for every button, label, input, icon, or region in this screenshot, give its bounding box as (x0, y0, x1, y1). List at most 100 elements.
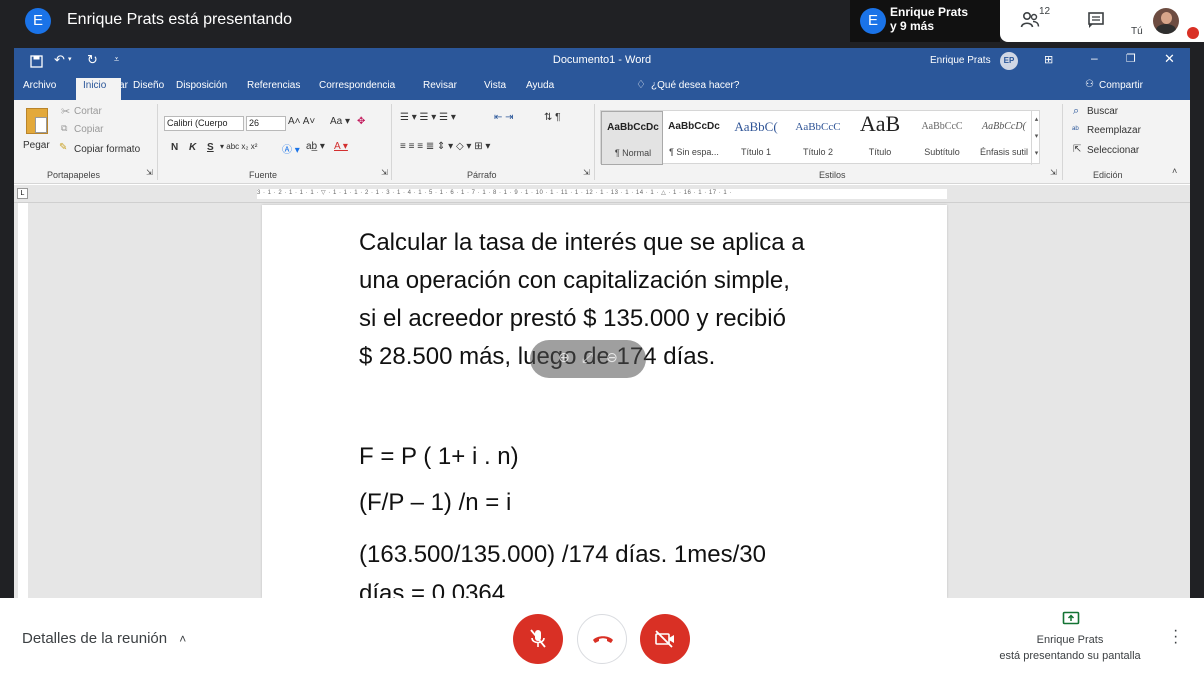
clipboard-launcher-icon[interactable]: ⇲ (146, 168, 153, 177)
present-screen-icon[interactable] (1062, 611, 1080, 627)
bold-button[interactable]: N (171, 142, 178, 153)
leave-call-button[interactable] (577, 614, 627, 664)
format-painter-icon[interactable]: ✎ (59, 142, 67, 153)
doc-line: (163.500/135.000) /174 días. 1mes/30 (359, 541, 766, 568)
find-button[interactable]: Buscar (1087, 106, 1118, 117)
tell-me-search[interactable]: ¿Qué desea hacer? (651, 80, 739, 91)
account-avatar[interactable]: EP (1000, 52, 1018, 70)
meeting-details-button[interactable]: Detalles de la reunión ˄ (22, 630, 186, 647)
separator (594, 104, 595, 180)
clipboard-group-label: Portapapeles (47, 170, 101, 180)
copy-icon[interactable]: ⧉ (61, 123, 67, 134)
share-icon: ⚇ (1085, 79, 1094, 90)
tab-ayuda[interactable]: Ayuda (526, 80, 554, 91)
meeting-details-label: Detalles de la reunión (22, 630, 168, 647)
people-count: 12 (1039, 6, 1051, 17)
account-name[interactable]: Enrique Prats (930, 55, 991, 66)
presenting-status: está presentando su pantalla (999, 650, 1141, 662)
share-button[interactable]: Compartir (1099, 80, 1143, 91)
tab-inicio: Inicio (83, 80, 107, 91)
indent-icon[interactable]: ⇤ ⇥ (494, 112, 514, 123)
text-effects-icon[interactable]: Ⓐ ▾ (282, 141, 300, 156)
zoom-fit-icon[interactable]: ⤢ (582, 349, 593, 366)
style-heading-2[interactable]: AaBbCcC Título 2 (787, 111, 849, 165)
close-icon[interactable]: ✕ (1164, 51, 1175, 67)
tab-referencias[interactable]: Referencias (247, 80, 300, 91)
paste-icon[interactable] (26, 108, 48, 134)
camera-off-icon (655, 630, 674, 648)
italic-button[interactable]: K (189, 142, 196, 153)
format-painter-button[interactable]: Copiar formato (74, 144, 140, 155)
tab-correspondencia[interactable]: Correspondencia (319, 80, 395, 91)
font-launcher-icon[interactable]: ⇲ (381, 168, 388, 177)
clear-format-icon[interactable]: ✥ (357, 116, 365, 127)
meet-top-bar: E Enrique Prats está presentando E Enriq… (0, 0, 1204, 42)
copy-button[interactable]: Copiar (74, 124, 103, 135)
paste-button[interactable]: Pegar (23, 140, 50, 151)
separator (391, 104, 392, 180)
grow-font-icon[interactable]: A˄ A˅ (288, 116, 315, 127)
styles-scroll-icon[interactable]: ▴ ▾ ▾ (1031, 111, 1041, 165)
zoom-in-icon[interactable]: ⊕ (558, 349, 570, 366)
style-no-spacing[interactable]: AaBbCcDc ¶ Sin espa... (663, 111, 725, 165)
participant-tile[interactable]: E Enrique Prats y 9 más (850, 0, 1000, 42)
style-heading-1[interactable]: AaBbC( Título 1 (725, 111, 787, 165)
style-subtle-emphasis[interactable]: AaBbCcD( Énfasis sutil (973, 111, 1035, 165)
tab-revisar[interactable]: Revisar (423, 80, 457, 91)
replace-button[interactable]: Reemplazar (1087, 125, 1141, 136)
self-avatar[interactable] (1153, 8, 1179, 34)
select-button[interactable]: Seleccionar (1087, 145, 1139, 156)
style-sample: AaBbCcC (795, 121, 841, 133)
font-family-select[interactable]: Calibri (Cuerpo (164, 116, 244, 131)
tab-inicio-active[interactable]: Inicio (76, 78, 121, 100)
paragraph-group-label: Párrafo (467, 170, 497, 180)
tab-diseno[interactable]: Diseño (133, 80, 164, 91)
people-icon[interactable] (1020, 10, 1040, 30)
doc-line: F = P ( 1+ i . n) (359, 443, 519, 470)
style-sample: AaBbC( (734, 119, 778, 134)
styles-launcher-icon[interactable]: ⇲ (1050, 168, 1057, 177)
tab-selector-icon[interactable]: L (17, 188, 28, 199)
more-options-icon[interactable]: · · · (1173, 623, 1178, 651)
underline-button[interactable]: S (207, 142, 214, 153)
strikethrough-icon[interactable]: ▾ abc x₂ x² (220, 142, 257, 151)
cut-button[interactable]: Cortar (74, 106, 102, 117)
style-title[interactable]: AaB Título (849, 111, 911, 165)
select-icon[interactable]: ⇱ (1073, 144, 1081, 155)
highlight-icon[interactable]: ab̲ ▾ (306, 141, 325, 152)
horizontal-ruler[interactable]: L 3 · 1 · 2 · 1 · 1 · 1 · ▽ · 1 · 1 · 1 … (14, 185, 1190, 203)
style-normal[interactable]: AaBbCcDc ¶ Normal (601, 111, 663, 165)
style-name: Énfasis sutil (979, 147, 1029, 157)
lightbulb-icon: ♢ (636, 79, 646, 91)
font-color-icon[interactable]: A ▾ (334, 141, 348, 152)
style-name: Subtítulo (924, 147, 960, 157)
style-name: Título 1 (740, 147, 771, 157)
ribbon-tabs: Archivo Insertar Diseño Disposición Refe… (14, 74, 1190, 100)
search-icon[interactable]: ⌕ (1073, 105, 1079, 118)
change-case-icon[interactable]: Aa ▾ (330, 116, 350, 127)
minimize-icon[interactable]: – (1091, 51, 1098, 65)
tab-disposicion[interactable]: Disposición (176, 80, 227, 91)
sort-icon[interactable]: ⇅ ¶ (544, 112, 561, 123)
zoom-control[interactable]: ⊕ ⤢ ⊖ (530, 340, 646, 378)
replace-icon[interactable]: ᵃᵇ (1072, 124, 1079, 134)
restore-icon[interactable]: ❐ (1126, 52, 1136, 65)
font-size-select[interactable]: 26 (246, 116, 286, 131)
document-page[interactable]: Calcular la tasa de interés que se aplic… (262, 205, 947, 598)
ribbon-display-options-icon[interactable]: ⊞ (1044, 53, 1053, 66)
tile-name: Enrique Prats y 9 más (890, 5, 968, 33)
align-icon[interactable]: ≡ ≡ ≡ ≣ ⇕ ▾ ◇ ▾ ⊞ ▾ (400, 141, 490, 152)
cut-icon[interactable]: ✂ (61, 105, 70, 118)
tab-archivo[interactable]: Archivo (23, 80, 56, 91)
zoom-out-icon[interactable]: ⊖ (606, 349, 618, 366)
bullets-icon[interactable]: ☰ ▾ ☰ ▾ ☰ ▾ (400, 112, 456, 123)
vertical-ruler[interactable] (14, 203, 32, 598)
chat-icon[interactable] (1087, 11, 1105, 29)
collapse-ribbon-icon[interactable]: ˄ (1172, 166, 1177, 176)
tab-vista[interactable]: Vista (484, 80, 506, 91)
mic-toggle-button[interactable] (513, 614, 563, 664)
paragraph-launcher-icon[interactable]: ⇲ (583, 168, 590, 177)
camera-toggle-button[interactable] (640, 614, 690, 664)
style-subtitle[interactable]: AaBbCcC Subtítulo (911, 111, 973, 165)
style-name: ¶ Normal (614, 148, 652, 158)
